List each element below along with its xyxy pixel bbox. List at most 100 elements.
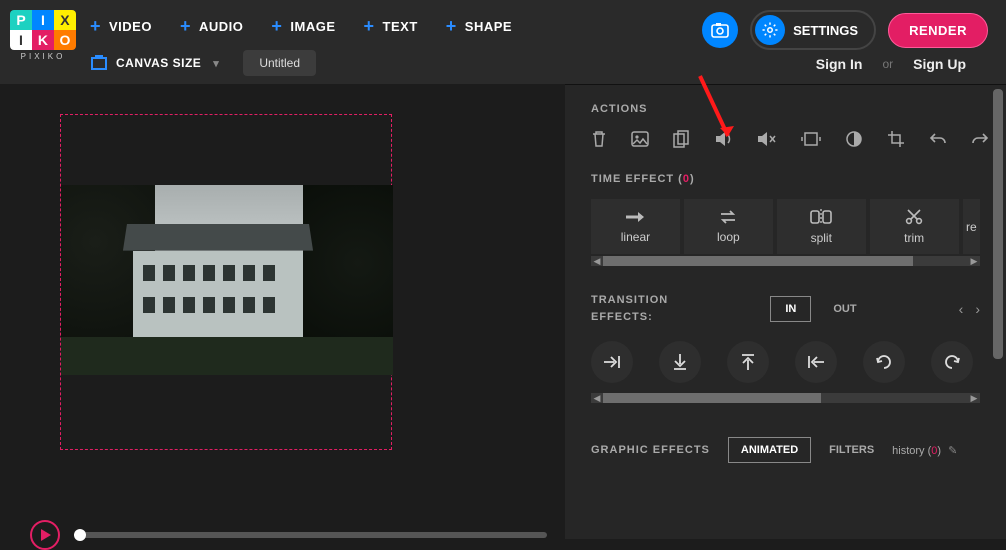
plus-icon: + (180, 17, 191, 35)
camera-icon (711, 22, 729, 38)
timeline-track[interactable] (74, 532, 547, 538)
canvas-frame[interactable] (60, 114, 392, 450)
graphic-history[interactable]: history (0) ✎ (892, 444, 957, 457)
gear-icon (761, 21, 779, 39)
trash-icon (591, 130, 607, 148)
transition-slide-up[interactable] (727, 341, 769, 383)
project-title[interactable]: Untitled (243, 50, 316, 76)
transition-in-tab[interactable]: IN (770, 296, 811, 322)
canvas-size-button[interactable]: CANVAS SIZE ▾ (90, 55, 219, 71)
fit-icon (801, 131, 821, 147)
loop-icon (718, 210, 738, 224)
transition-scrollbar[interactable]: ◀ ▶ (591, 393, 980, 403)
logo-cell: K (32, 30, 54, 50)
side-panel: ACTIONS TIME EFFECT (0) linear loop (565, 84, 1006, 539)
undo-icon (929, 132, 947, 146)
time-effect-trim[interactable]: trim (870, 199, 959, 254)
crop-button[interactable] (887, 129, 905, 149)
transition-slide-down[interactable] (659, 341, 701, 383)
add-text-button[interactable]: + TEXT (364, 17, 418, 35)
transition-slide-right[interactable] (591, 341, 633, 383)
graphic-filters-tab[interactable]: FILTERS (829, 444, 874, 456)
crop-icon (887, 130, 905, 148)
or-text: or (882, 57, 893, 71)
add-image-button[interactable]: + IMAGE (271, 17, 335, 35)
add-audio-button[interactable]: + AUDIO (180, 17, 243, 35)
label: linear (621, 230, 650, 244)
logo-cell: I (32, 10, 54, 30)
label: VIDEO (109, 19, 152, 34)
transition-slide-left[interactable] (795, 341, 837, 383)
scroll-right-icon[interactable]: ▶ (968, 393, 980, 404)
duplicate-button[interactable] (673, 129, 691, 149)
transition-title: TRANSITIONEFFECTS: (591, 292, 668, 325)
scroll-left-icon[interactable]: ◀ (591, 256, 603, 267)
label: split (811, 231, 832, 245)
slide-up-icon (740, 352, 756, 372)
label: AUDIO (199, 19, 243, 34)
half-circle-icon (845, 130, 863, 148)
opacity-button[interactable] (845, 129, 863, 149)
transition-rotate-cw[interactable] (863, 341, 905, 383)
undo-button[interactable] (929, 129, 947, 149)
pencil-icon: ✎ (948, 445, 957, 457)
time-effect-title: TIME EFFECT (0) (591, 173, 980, 185)
panel-scrollbar[interactable] (993, 89, 1003, 535)
plus-icon: + (271, 17, 282, 35)
canvas-media[interactable] (61, 185, 393, 375)
scroll-left-icon[interactable]: ◀ (591, 393, 603, 404)
snapshot-button[interactable] (702, 12, 738, 48)
redo-button[interactable] (971, 129, 989, 149)
split-icon (810, 209, 832, 225)
linear-icon (624, 210, 646, 224)
plus-icon: + (364, 17, 375, 35)
label: SHAPE (465, 19, 512, 34)
redo-icon (971, 132, 989, 146)
timeline-knob[interactable] (74, 529, 86, 541)
delete-button[interactable] (591, 129, 607, 149)
time-effect-loop[interactable]: loop (684, 199, 773, 254)
render-button[interactable]: RENDER (888, 13, 988, 48)
add-shape-button[interactable]: + SHAPE (446, 17, 512, 35)
add-video-button[interactable]: + VIDEO (90, 17, 152, 35)
image-icon (631, 131, 649, 147)
mute-button[interactable] (757, 129, 777, 149)
scroll-right-icon[interactable]: ▶ (968, 256, 980, 267)
time-effect-linear[interactable]: linear (591, 199, 680, 254)
sign-up-link[interactable]: Sign Up (913, 56, 966, 72)
label: TEXT (383, 19, 418, 34)
slide-right-icon (602, 354, 622, 370)
volume-button[interactable] (715, 129, 733, 149)
logo[interactable]: P I X I K O PIXIKO (10, 10, 76, 70)
transition-prev[interactable]: ‹ (959, 301, 964, 317)
actions-title: ACTIONS (591, 103, 980, 115)
logo-cell: P (10, 10, 32, 30)
sign-in-link[interactable]: Sign In (816, 56, 863, 72)
time-effect-scrollbar[interactable]: ◀ ▶ (591, 256, 980, 266)
label: CANVAS SIZE (116, 56, 201, 70)
play-icon (41, 529, 51, 541)
transition-next[interactable]: › (975, 301, 980, 317)
mask-button[interactable] (631, 129, 649, 149)
canvas-area[interactable] (0, 84, 565, 539)
graphic-effects-title: GRAPHIC EFFECTS (591, 444, 710, 456)
label: IMAGE (290, 19, 335, 34)
time-effect-more[interactable]: re (963, 199, 980, 254)
settings-button[interactable]: SETTINGS (750, 10, 876, 50)
label: trim (904, 231, 924, 245)
chevron-down-icon: ▾ (213, 57, 219, 70)
trim-icon (905, 209, 923, 225)
plus-icon: + (90, 17, 101, 35)
time-effect-split[interactable]: split (777, 199, 866, 254)
slide-left-icon (806, 354, 826, 370)
play-button[interactable] (30, 520, 60, 550)
transition-out-tab[interactable]: OUT (833, 303, 856, 315)
logo-cell: O (54, 30, 76, 50)
logo-subtext: PIXIKO (10, 52, 76, 61)
label: re (966, 220, 977, 234)
rotate-cw-icon (874, 352, 894, 372)
plus-icon: + (446, 17, 457, 35)
fit-button[interactable] (801, 129, 821, 149)
transition-rotate-ccw[interactable] (931, 341, 973, 383)
graphic-animated-tab[interactable]: ANIMATED (728, 437, 811, 463)
